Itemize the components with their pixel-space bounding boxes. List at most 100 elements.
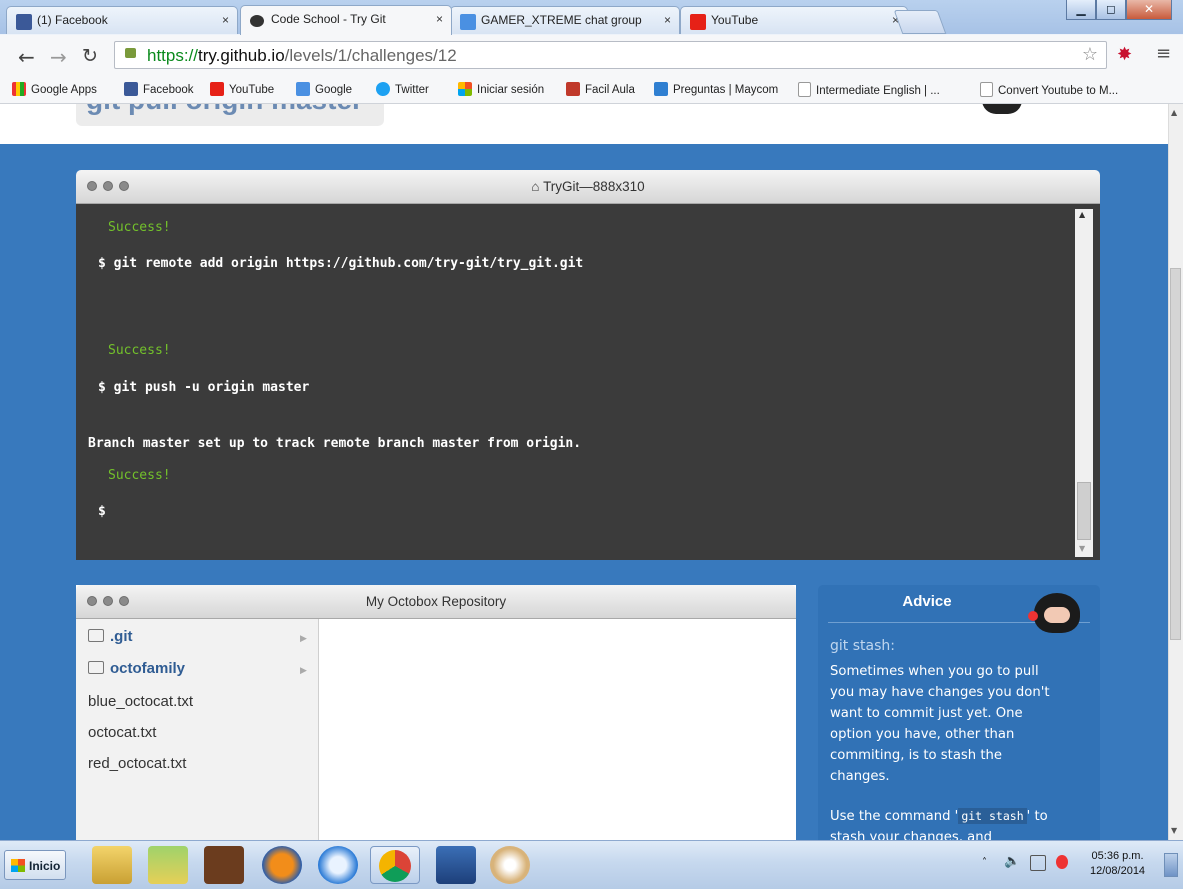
- google-icon: [296, 82, 310, 96]
- scroll-down-icon[interactable]: ▼: [1171, 826, 1177, 835]
- repo-item-git[interactable]: .git: [88, 628, 133, 645]
- new-tab-button[interactable]: [893, 10, 947, 34]
- close-window-button[interactable]: ✕: [1126, 0, 1172, 20]
- show-hidden-icons-icon[interactable]: ˄: [982, 857, 987, 868]
- bookmark-google[interactable]: Google: [296, 82, 352, 96]
- tab-facebook[interactable]: (1) Facebook ×: [6, 6, 238, 34]
- tab-gamer-xtreme[interactable]: GAMER_XTREME chat group ×: [450, 6, 680, 34]
- bookmark-label: Facil Aula: [585, 84, 635, 96]
- apps-grid-icon: [12, 82, 26, 96]
- bookmark-youtube[interactable]: YouTube: [210, 82, 274, 96]
- advice-title: Advice: [902, 593, 952, 610]
- octocat-icon: [1028, 593, 1080, 633]
- action-center-icon[interactable]: [1056, 855, 1068, 869]
- code-school-icon: [250, 15, 264, 27]
- firefox-icon[interactable]: [262, 846, 302, 884]
- bookmark-facil-aula[interactable]: Facil Aula: [566, 82, 635, 96]
- bookmark-intermediate-english[interactable]: Intermediate English | ...: [798, 82, 940, 97]
- facebook-icon: [16, 14, 32, 30]
- bookmark-preguntas-maycom[interactable]: Preguntas | Maycom: [654, 82, 778, 96]
- tab-label: GAMER_XTREME chat group: [481, 13, 642, 27]
- chrome-taskbar-button[interactable]: [370, 846, 420, 884]
- terminal-prompt[interactable]: $: [98, 504, 106, 519]
- back-arrow-icon[interactable]: ←: [18, 45, 35, 69]
- bookmark-google-apps[interactable]: Google Apps: [12, 82, 97, 96]
- folder-icon: [88, 661, 104, 674]
- dosbox-icon[interactable]: [204, 846, 244, 884]
- extension-icon[interactable]: ✸: [1117, 44, 1132, 65]
- paint-icon[interactable]: [490, 846, 530, 884]
- folder-icon: [88, 629, 104, 642]
- scroll-down-icon[interactable]: ▼: [1079, 544, 1085, 553]
- forward-arrow-icon[interactable]: →: [50, 45, 67, 69]
- word-icon[interactable]: [436, 846, 476, 884]
- terminal-line: Branch master set up to track remote bra…: [88, 436, 582, 451]
- repository-title: My Octobox Repository: [365, 594, 507, 609]
- repo-item-octofamily[interactable]: octofamily: [88, 660, 185, 677]
- bookmark-label: Iniciar sesión: [477, 84, 545, 96]
- scroll-up-icon[interactable]: ▲: [1171, 108, 1177, 117]
- bookmark-label: Convert Youtube to M...: [998, 85, 1119, 97]
- menu-icon[interactable]: ≡: [1156, 43, 1171, 64]
- minimize-button[interactable]: ▁: [1066, 0, 1096, 20]
- repo-item-red-octocat[interactable]: red_octocat.txt: [88, 755, 186, 772]
- repo-item-blue-octocat[interactable]: blue_octocat.txt: [88, 693, 193, 710]
- facil-aula-icon: [566, 82, 580, 96]
- show-desktop-button[interactable]: [1164, 853, 1178, 877]
- chevron-right-icon: ▶: [300, 634, 307, 644]
- bookmark-twitter[interactable]: Twitter: [376, 82, 429, 96]
- bookmark-label: Preguntas | Maycom: [673, 84, 779, 96]
- tab-youtube[interactable]: YouTube ×: [680, 6, 908, 34]
- close-icon[interactable]: ×: [664, 13, 671, 27]
- browser-toolbar: ← → ↻ https://try.github.io/levels/1/cha…: [0, 35, 1183, 77]
- advice-code: git stash: [958, 808, 1027, 824]
- close-icon[interactable]: ×: [436, 12, 443, 26]
- volume-icon[interactable]: 🔈: [1004, 854, 1020, 869]
- maximize-button[interactable]: ◻: [1096, 0, 1126, 20]
- terminal-line: $ git remote add origin https://github.c…: [98, 256, 584, 271]
- windows-logo-icon: [11, 859, 25, 872]
- tab-strip: (1) Facebook × Code School - Try Git × G…: [0, 0, 1183, 35]
- bookmark-facebook[interactable]: Facebook: [124, 82, 194, 96]
- repo-item-octocat[interactable]: octocat.txt: [88, 724, 156, 741]
- chrome-icon: [379, 850, 411, 882]
- reload-icon[interactable]: ↻: [82, 45, 98, 67]
- windows-media-icon[interactable]: [148, 846, 188, 884]
- microsoft-icon: [458, 82, 472, 96]
- advice-text: Use the command ': [830, 809, 959, 824]
- terminal-line: $ git push -u origin master: [98, 380, 310, 395]
- tab-label: YouTube: [711, 13, 759, 27]
- network-icon[interactable]: [1030, 855, 1046, 871]
- bookmark-label: Intermediate English | ...: [816, 85, 940, 97]
- explorer-icon[interactable]: [92, 846, 132, 884]
- terminal-titlebar: ⌂ TryGit—888x310: [76, 170, 1100, 204]
- tab-code-school[interactable]: Code School - Try Git ×: [240, 5, 452, 35]
- page-scroll-thumb[interactable]: [1170, 268, 1181, 640]
- start-label: Inicio: [29, 859, 61, 873]
- bookmarks-bar: Google Apps Facebook YouTube Google Twit…: [0, 77, 1183, 104]
- bookmark-convert-youtube[interactable]: Convert Youtube to M...: [980, 82, 1118, 97]
- close-icon[interactable]: ×: [222, 13, 229, 27]
- url-text: https://try.github.io/levels/1/challenge…: [147, 46, 457, 66]
- terminal-title-text: TryGit—888x310: [543, 179, 645, 194]
- advice-body-2: Use the command ' git stash ' to stash you…: [830, 806, 1070, 840]
- windows-taskbar: Inicio ˄ 🔈 05:36 p.m. 12/08/2014: [0, 840, 1183, 889]
- bookmark-label: Facebook: [143, 84, 194, 96]
- facebook-icon: [124, 82, 138, 96]
- scroll-up-icon[interactable]: ▲: [1079, 210, 1085, 219]
- repo-item-label: octofamily: [110, 660, 186, 677]
- bookmark-label: YouTube: [229, 84, 275, 96]
- system-clock[interactable]: 05:36 p.m. 12/08/2014: [1090, 849, 1145, 879]
- clock-time: 05:36 p.m.: [1091, 850, 1144, 862]
- start-button[interactable]: Inicio: [4, 850, 66, 880]
- terminal-scroll-thumb[interactable]: [1077, 482, 1091, 540]
- tab-label: (1) Facebook: [37, 13, 108, 27]
- lock-icon: [125, 48, 136, 58]
- advice-heading: git stash:: [830, 638, 895, 654]
- terminal-line: Success!: [108, 343, 171, 358]
- address-bar[interactable]: https://try.github.io/levels/1/challenge…: [114, 41, 1107, 69]
- itunes-icon[interactable]: [318, 846, 358, 884]
- maycom-icon: [654, 82, 668, 96]
- star-icon[interactable]: ☆: [1082, 44, 1098, 65]
- bookmark-iniciar-sesion[interactable]: Iniciar sesión: [458, 82, 544, 96]
